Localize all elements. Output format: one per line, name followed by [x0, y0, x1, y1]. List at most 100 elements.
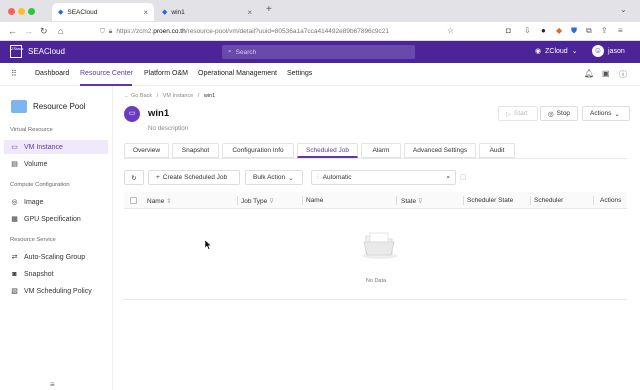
- back-icon[interactable]: ←: [8, 26, 17, 36]
- close-tab-icon[interactable]: ×: [247, 8, 252, 17]
- column-separator: [302, 196, 303, 205]
- filter-value: Automatic: [322, 174, 352, 181]
- reload-icon[interactable]: ↻: [40, 26, 48, 37]
- chevron-down-icon: ⌄: [614, 110, 620, 118]
- tab-scheduled-job[interactable]: Scheduled Job: [297, 143, 358, 158]
- monitor-icon: ▭: [11, 144, 18, 151]
- column-separator: [593, 196, 594, 205]
- brand-name: SEACloud: [28, 47, 65, 56]
- extension-dark-icon[interactable]: ●: [541, 26, 546, 35]
- sidebar-item-snapshot[interactable]: ◙ Snapshot: [4, 267, 108, 281]
- tab-overview[interactable]: Overview: [124, 143, 169, 158]
- bulk-action-dropdown[interactable]: Bulk Action ⌄: [245, 170, 303, 185]
- help-icon[interactable]: ⓘ: [619, 69, 627, 80]
- new-tab-icon[interactable]: +: [266, 4, 272, 15]
- sidebar-item-label: VM Instance: [24, 143, 63, 151]
- sidebar-item-vm-instance[interactable]: ▭ VM Instance: [4, 140, 108, 154]
- stop-label: Stop: [556, 110, 571, 117]
- notification-bell-icon[interactable]: 🔔︎: [584, 69, 594, 78]
- lock-icon: 🔒︎: [108, 27, 113, 35]
- back-arrow-icon: ←: [124, 93, 130, 99]
- download-icon[interactable]: ⇩: [524, 26, 531, 35]
- column-scheduler[interactable]: Scheduler: [534, 197, 563, 204]
- select-all-checkbox[interactable]: [130, 197, 137, 204]
- empty-folder-icon: [362, 232, 398, 259]
- maximize-window-icon[interactable]: [28, 8, 35, 15]
- nav-platform-om[interactable]: Platform O&M: [144, 70, 188, 77]
- tab-advanced-settings[interactable]: Advanced Settings: [404, 143, 476, 158]
- share-icon[interactable]: ⇪: [601, 26, 608, 35]
- create-scheduled-job-button[interactable]: + Create Scheduled Job: [148, 170, 240, 185]
- refresh-button[interactable]: ↻: [124, 170, 144, 185]
- filter-search-input[interactable]: ⫶ Automatic ⌕: [311, 170, 456, 185]
- location-pin-icon: ◉: [535, 48, 542, 55]
- actions-dropdown[interactable]: Actions ⌄: [582, 106, 630, 121]
- home-icon[interactable]: ⌂: [58, 26, 63, 36]
- breadcrumb-current: win1: [203, 93, 216, 99]
- volume-icon: ▤: [11, 161, 18, 168]
- bookmark-star-icon[interactable]: ☆: [447, 26, 454, 35]
- search-placeholder: Search: [235, 48, 257, 56]
- minimize-window-icon[interactable]: [18, 8, 25, 15]
- nav-settings[interactable]: Settings: [287, 70, 312, 77]
- tab-audit[interactable]: Audit: [479, 143, 515, 158]
- column-actions: Actions: [600, 197, 622, 204]
- menu-icon[interactable]: ≡: [618, 26, 623, 35]
- breadcrumb-back[interactable]: Go Back: [131, 93, 152, 99]
- browser-tab-bar: ◆ SEACloud × ◆ win1 × + ⌄: [0, 0, 640, 22]
- close-tab-icon[interactable]: ×: [143, 8, 148, 17]
- column-name-2[interactable]: Name: [306, 197, 323, 204]
- chevron-down-icon: ⌄: [571, 48, 578, 55]
- column-scheduler-state[interactable]: Scheduler State: [467, 197, 513, 204]
- sidebar-item-label: Auto-Scaling Group: [24, 253, 86, 261]
- tab-alarm[interactable]: Alarm: [361, 143, 401, 158]
- app-grid-icon[interactable]: ⠿: [11, 69, 17, 78]
- zone-selector[interactable]: ◉ ZCloud ⌄: [535, 47, 578, 56]
- column-name[interactable]: Name ⇕: [147, 197, 172, 205]
- clipboard-icon[interactable]: ▣: [602, 69, 610, 78]
- stop-button[interactable]: ◎ Stop: [540, 106, 578, 121]
- pocket-icon[interactable]: ◘: [506, 26, 511, 35]
- settings-icon[interactable]: ▢: [460, 173, 467, 181]
- search-icon: ⌕: [446, 173, 450, 181]
- global-search-input[interactable]: ⌕ Search: [222, 45, 415, 59]
- browser-tab-seacloud[interactable]: ◆ SEACloud ×: [52, 3, 154, 21]
- start-button[interactable]: ▷ Start: [498, 106, 538, 121]
- column-state[interactable]: State ⊽: [401, 197, 423, 205]
- forward-icon[interactable]: →: [24, 26, 33, 36]
- close-window-icon[interactable]: [8, 8, 15, 15]
- sidebar-item-auto-scaling-group[interactable]: ⇄ Auto-Scaling Group: [4, 250, 108, 264]
- tab-title: win1: [171, 8, 185, 16]
- column-separator: [463, 196, 464, 205]
- tab-snapshot[interactable]: Snapshot: [172, 143, 219, 158]
- collapse-sidebar-icon[interactable]: ≡: [50, 380, 55, 389]
- nav-resource-center[interactable]: Resource Center: [80, 70, 133, 77]
- extension-shield-icon[interactable]: ⛊: [571, 26, 577, 36]
- stop-icon: ◎: [548, 110, 554, 118]
- plus-icon: +: [156, 174, 160, 181]
- scaling-icon: ⇄: [11, 254, 18, 261]
- app-header: ZStack SEACloud ⌕ Search ◉ ZCloud ⌄ ☺ ja…: [0, 41, 640, 63]
- sidebar: Resource Pool Virtual Resource ▭ VM Inst…: [0, 86, 113, 390]
- nav-dashboard[interactable]: Dashboard: [35, 70, 69, 77]
- sidebar-item-vm-scheduling-policy[interactable]: ▧ VM Scheduling Policy: [4, 284, 108, 298]
- tab-list-icon[interactable]: ⌄: [620, 5, 627, 14]
- extension-fox-icon[interactable]: ◆: [556, 26, 562, 35]
- breadcrumb-parent[interactable]: VM Instance: [163, 93, 194, 99]
- sidebar-item-image[interactable]: ◎ Image: [4, 195, 108, 209]
- user-menu[interactable]: ☺ jason: [592, 45, 625, 57]
- address-bar[interactable]: ⛉ 🔒︎ https://zcm2.proen.co.th/resource-p…: [100, 25, 465, 38]
- column-job-type[interactable]: Job Type ⊽: [241, 197, 274, 205]
- brand[interactable]: ZStack SEACloud: [10, 45, 65, 58]
- browser-tab-win1[interactable]: ◆ win1 ×: [156, 3, 258, 21]
- search-icon: ⌕: [228, 48, 232, 55]
- nav-operational-management[interactable]: Operational Management: [198, 70, 277, 77]
- sidebar-item-gpu-specification[interactable]: ▦ GPU Specification: [4, 212, 108, 226]
- sidebar-item-volume[interactable]: ▤ Volume: [4, 157, 108, 171]
- column-separator: [530, 196, 531, 205]
- zone-name: ZCloud: [545, 47, 568, 55]
- mouse-cursor-icon: [205, 240, 212, 250]
- extension-puzzle-icon[interactable]: ⧉: [586, 26, 592, 36]
- tab-configuration-info[interactable]: Configuration Info: [222, 143, 294, 158]
- zstack-favicon-icon: ◆: [162, 9, 168, 16]
